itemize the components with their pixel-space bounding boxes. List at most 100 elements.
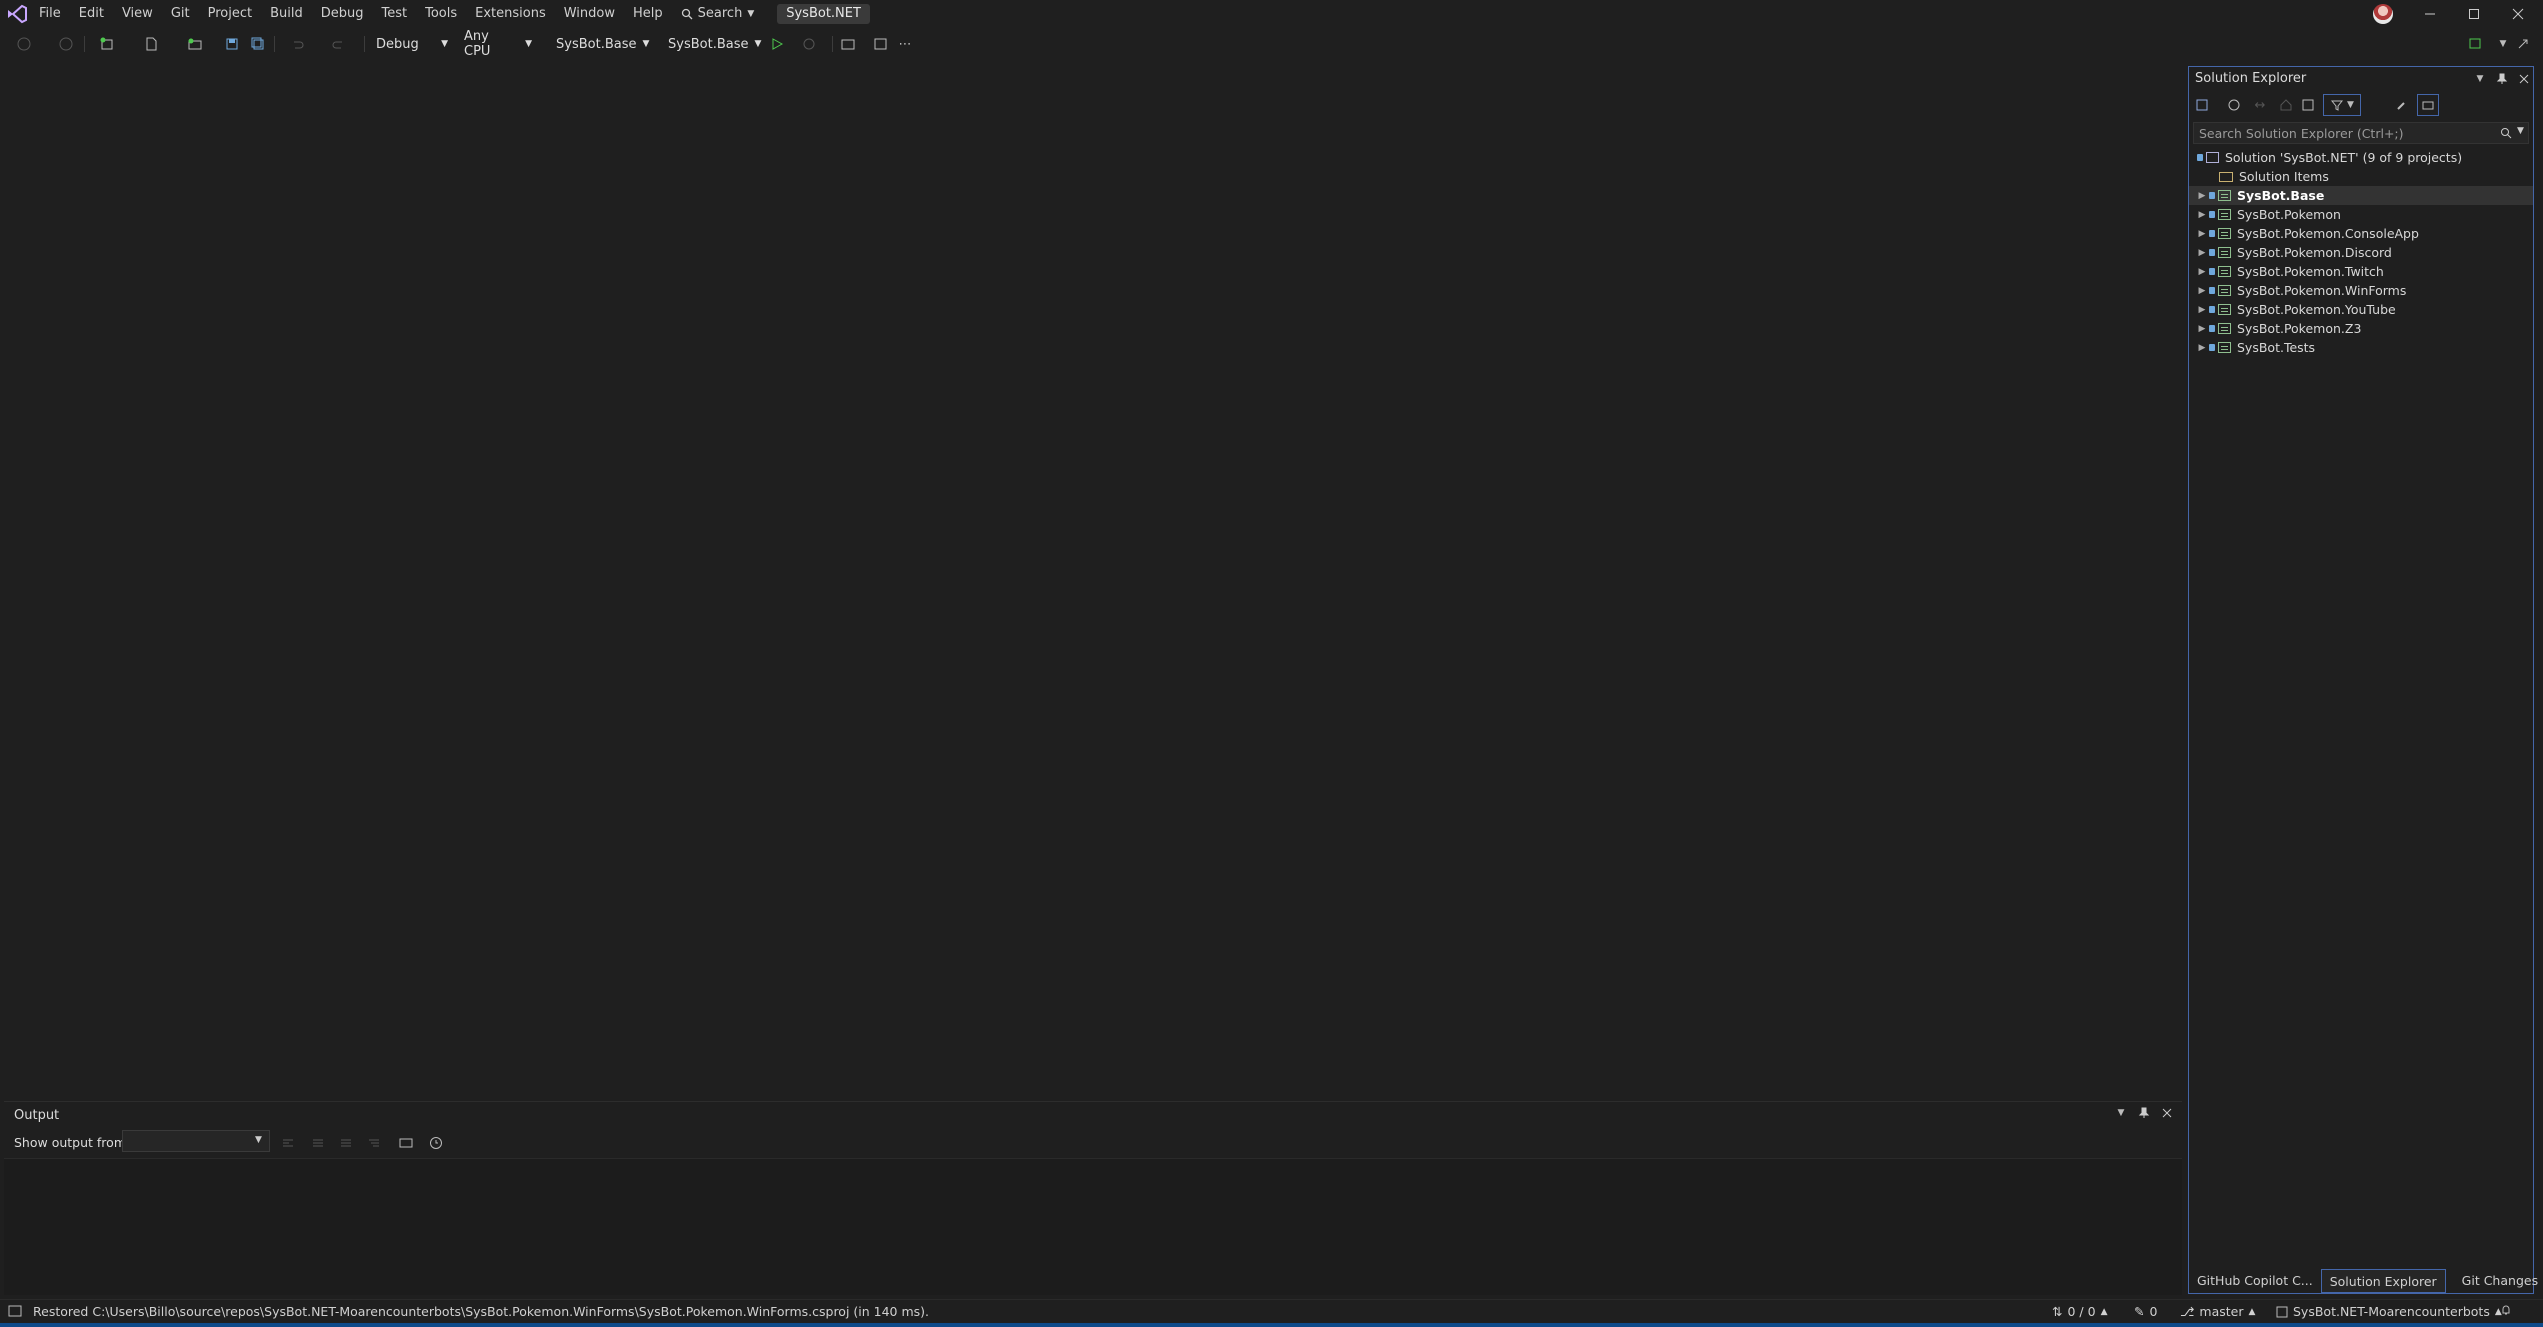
toolbar-overflow-button[interactable]: ⋯	[896, 33, 914, 55]
tree-project-sysbot-pokemon[interactable]: ▶ SysBot.Pokemon	[2189, 205, 2533, 224]
pending-changes-filter-button[interactable]: ▼	[2323, 94, 2361, 116]
save-all-button[interactable]	[250, 33, 266, 55]
panel-options-button[interactable]: ▼	[2471, 70, 2489, 88]
feedback-dropdown[interactable]: ▼	[2496, 33, 2510, 55]
output-options-button[interactable]: ▼	[2112, 1104, 2130, 1122]
feedback-button[interactable]	[2460, 33, 2490, 55]
start-debugging-button[interactable]: SysBot.Base ▼	[658, 33, 761, 55]
branch-status[interactable]: ⎇ master ▲	[2180, 1304, 2255, 1319]
previous-message-button[interactable]	[310, 1132, 326, 1154]
pin-button[interactable]	[2493, 70, 2511, 88]
solution-name-badge[interactable]: SysBot.NET	[777, 4, 870, 24]
word-wrap-button[interactable]	[398, 1132, 414, 1154]
expand-arrow-icon[interactable]: ▶	[2197, 305, 2207, 315]
find-message-button[interactable]	[280, 1132, 296, 1154]
csharp-project-icon	[2218, 190, 2231, 201]
output-text-area[interactable]	[4, 1158, 2182, 1295]
csharp-project-icon	[2218, 228, 2231, 239]
search-button[interactable]: Search ▼	[672, 0, 764, 28]
maximize-button[interactable]	[2452, 0, 2496, 28]
new-project-button[interactable]	[92, 33, 122, 55]
expand-arrow-icon[interactable]: ▶	[2197, 267, 2207, 277]
next-message-button[interactable]	[338, 1132, 354, 1154]
menu-git[interactable]: Git	[162, 0, 199, 28]
solution-explorer-search-input[interactable]: Search Solution Explorer (Ctrl+;) ▼	[2193, 122, 2529, 144]
tree-project-winforms[interactable]: ▶ SysBot.Pokemon.WinForms	[2189, 281, 2533, 300]
navigate-back-button[interactable]	[16, 33, 32, 55]
preview-selected-items-button[interactable]	[2417, 94, 2439, 116]
repository-status[interactable]: SysBot.NET-Moarencounterbots ▲	[2276, 1304, 2502, 1319]
menu-view[interactable]: View	[113, 0, 162, 28]
expand-arrow-icon[interactable]: ▶	[2197, 210, 2207, 220]
pin-icon	[2138, 1107, 2150, 1118]
navigate-forward-button[interactable]	[58, 33, 74, 55]
menu-help[interactable]: Help	[624, 0, 672, 28]
tree-project-z3[interactable]: ▶ SysBot.Pokemon.Z3	[2189, 319, 2533, 338]
save-button[interactable]	[224, 33, 240, 55]
save-all-icon	[251, 37, 264, 50]
menu-project[interactable]: Project	[199, 0, 261, 28]
solution-platform-dropdown[interactable]: Any CPU ▼	[460, 29, 536, 59]
add-item-button[interactable]	[136, 33, 166, 55]
tree-solution-items[interactable]: Solution Items	[2189, 167, 2533, 186]
sync-arrows-icon: ⇅	[2052, 1304, 2063, 1319]
expand-arrow-icon[interactable]: ▶	[2197, 191, 2207, 201]
output-pin-button[interactable]	[2135, 1104, 2153, 1122]
tab-git-changes[interactable]: Git Changes	[2454, 1269, 2543, 1293]
close-panel-button[interactable]	[2515, 70, 2533, 88]
tree-solution-node[interactable]: Solution 'SysBot.NET' (9 of 9 projects)	[2189, 148, 2533, 167]
live-share-icon-button[interactable]	[2514, 33, 2532, 55]
notifications-button[interactable]	[2500, 1304, 2512, 1316]
output-source-select[interactable]: ▼	[122, 1130, 270, 1152]
close-icon	[2512, 8, 2524, 20]
open-folder-icon	[188, 38, 202, 50]
show-timestamps-button[interactable]	[428, 1132, 444, 1154]
menu-file[interactable]: File	[30, 0, 70, 28]
account-avatar[interactable]	[2373, 4, 2393, 24]
sync-status[interactable]: ⇅ 0 / 0 ▲	[2052, 1304, 2107, 1319]
redo-button[interactable]	[324, 33, 354, 55]
sync-active-document-button[interactable]	[2219, 94, 2249, 116]
menu-window[interactable]: Window	[555, 0, 624, 28]
menu-extensions[interactable]: Extensions	[466, 0, 555, 28]
menu-debug[interactable]: Debug	[312, 0, 373, 28]
expand-arrow-icon[interactable]: ▶	[2197, 343, 2207, 353]
collapse-all-button[interactable]	[2299, 94, 2317, 116]
tab-solution-explorer[interactable]: Solution Explorer	[2320, 1269, 2446, 1293]
solution-configuration-dropdown[interactable]: Debug ▼	[372, 33, 452, 55]
solution-explorer-toolbar: ↔ ▼	[2189, 91, 2533, 117]
home-button[interactable]	[2277, 94, 2295, 116]
tree-project-sysbot-base[interactable]: ▶ SysBot.Base	[2189, 186, 2533, 205]
clear-all-button[interactable]	[366, 1132, 382, 1154]
toolbar-separator	[274, 36, 275, 52]
output-close-button[interactable]	[2158, 1104, 2176, 1122]
hot-reload-button[interactable]	[794, 33, 824, 55]
expand-arrow-icon[interactable]: ▶	[2197, 286, 2207, 296]
tree-project-twitch[interactable]: ▶ SysBot.Pokemon.Twitch	[2189, 262, 2533, 281]
tree-project-tests[interactable]: ▶ SysBot.Tests	[2189, 338, 2533, 357]
menu-build[interactable]: Build	[261, 0, 312, 28]
expand-arrow-icon[interactable]: ▶	[2197, 248, 2207, 258]
start-without-debugging-button[interactable]	[768, 33, 786, 55]
close-window-button[interactable]	[2496, 0, 2540, 28]
undo-button[interactable]	[282, 33, 312, 55]
back-forward-button[interactable]: ↔	[2251, 94, 2269, 116]
browse-folder-button[interactable]	[840, 33, 858, 55]
expand-arrow-icon[interactable]: ▶	[2197, 229, 2207, 239]
live-share-button[interactable]	[872, 33, 890, 55]
minimize-button[interactable]	[2408, 0, 2452, 28]
tab-github-copilot-chat[interactable]: GitHub Copilot C...	[2189, 1269, 2321, 1293]
menu-edit[interactable]: Edit	[70, 0, 113, 28]
properties-button[interactable]	[2393, 94, 2411, 116]
tree-project-consoleapp[interactable]: ▶ SysBot.Pokemon.ConsoleApp	[2189, 224, 2533, 243]
startup-project-dropdown[interactable]: SysBot.Base ▼	[546, 33, 652, 55]
pending-changes-status[interactable]: ✎ 0	[2134, 1304, 2157, 1319]
open-file-button[interactable]	[180, 33, 210, 55]
menu-test[interactable]: Test	[373, 0, 417, 28]
switch-views-button[interactable]	[2193, 94, 2211, 116]
sync-count: 0 / 0	[2067, 1304, 2096, 1319]
tree-project-youtube[interactable]: ▶ SysBot.Pokemon.YouTube	[2189, 300, 2533, 319]
menu-tools[interactable]: Tools	[416, 0, 466, 28]
tree-project-discord[interactable]: ▶ SysBot.Pokemon.Discord	[2189, 243, 2533, 262]
expand-arrow-icon[interactable]: ▶	[2197, 324, 2207, 334]
